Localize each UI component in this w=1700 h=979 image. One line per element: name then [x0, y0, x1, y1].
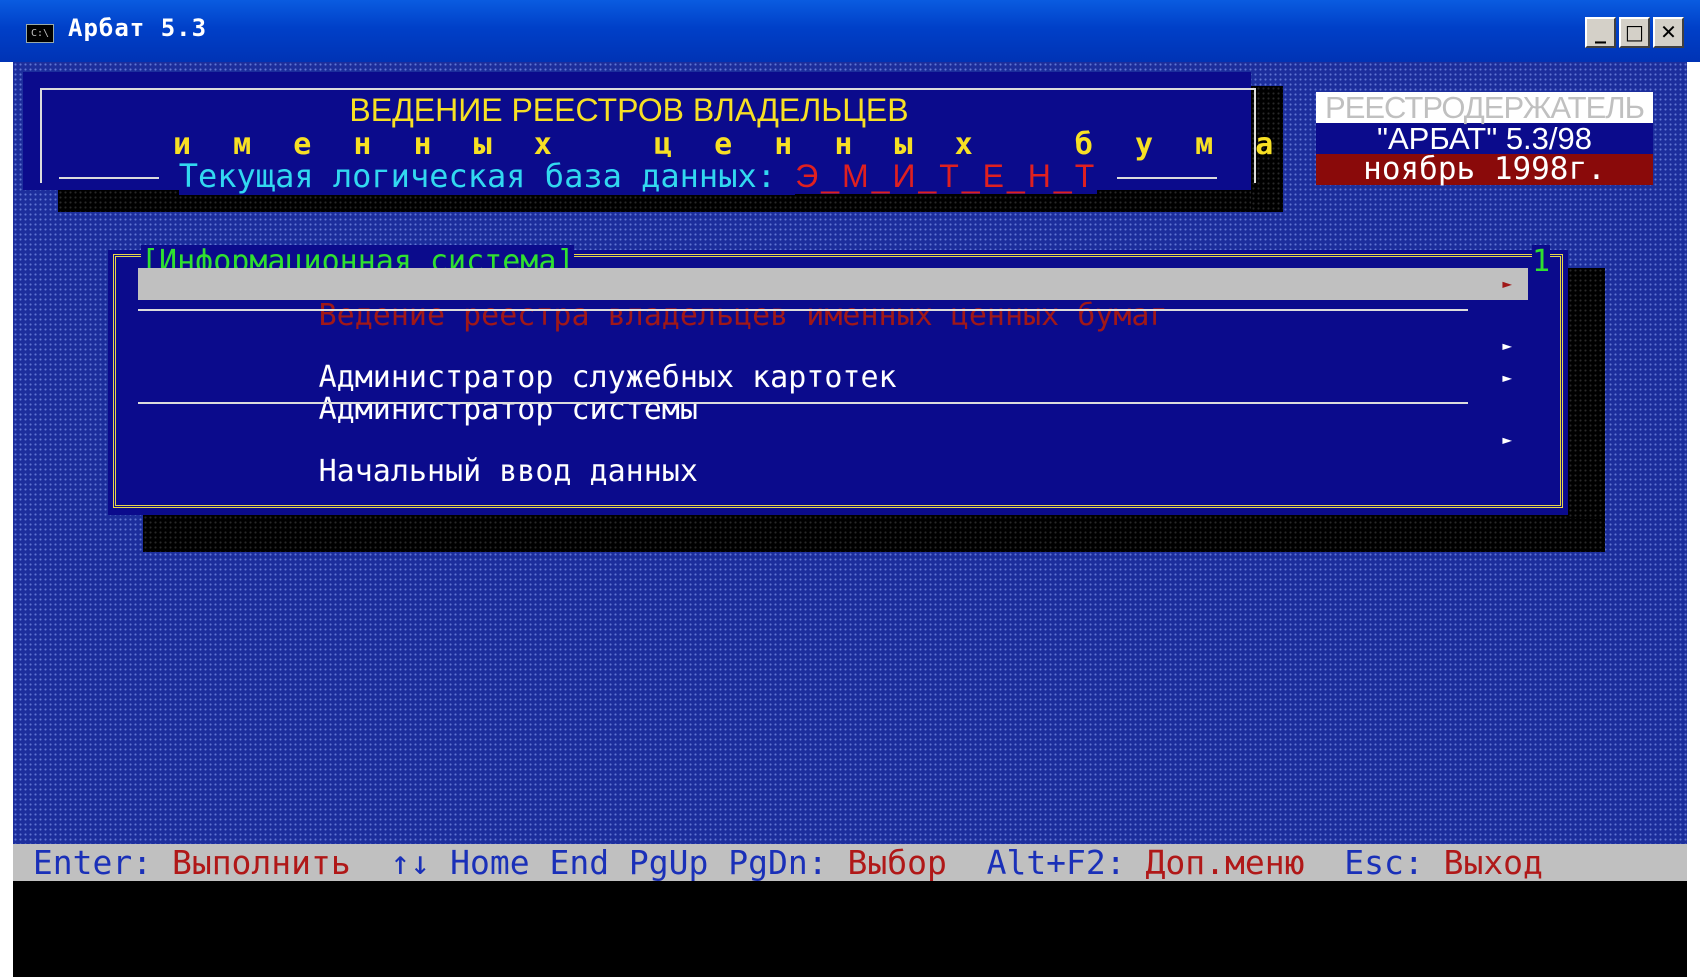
menu-item-system-admin[interactable]: Администратор системы ►: [138, 362, 1528, 426]
database-label: Текущая логическая база данных:: [178, 157, 796, 195]
submenu-arrow-icon: ►: [1502, 430, 1512, 449]
submenu-arrow-icon: ►: [1502, 336, 1512, 355]
maximize-button[interactable]: □: [1619, 17, 1650, 48]
menu-item-label: Начальный ввод данных: [318, 454, 698, 489]
submenu-arrow-icon: ►: [1502, 274, 1512, 293]
dos-desktop: ВЕДЕНИЕ РЕЕСТРОВ ВЛАДЕЛЬЦЕВ и м е н н ы …: [13, 62, 1687, 844]
badge-version: "АРБАТ" 5.3/98: [1316, 123, 1653, 154]
menu-item-label: Администратор системы: [318, 392, 698, 427]
menu-number: 1: [1531, 244, 1550, 279]
submenu-arrow-icon: ►: [1502, 368, 1512, 387]
menu-item-label: Ведение реестра владельцев именных ценны…: [318, 298, 1168, 333]
hotkey-extra-menu[interactable]: Alt+F2: Доп.меню: [987, 843, 1305, 882]
header-panel: ВЕДЕНИЕ РЕЕСТРОВ ВЛАДЕЛЬЦЕВ и м е н н ы …: [23, 72, 1333, 195]
frame-rule-left: [59, 177, 160, 179]
menu-item-initial-input[interactable]: Начальный ввод данных ►: [138, 424, 1528, 488]
console-area[interactable]: ВЕДЕНИЕ РЕЕСТРОВ ВЛАДЕЛЬЦЕВ и м е н н ы …: [13, 62, 1687, 977]
badge-registrar: РЕЕСТРОДЕРЖАТЕЛЬ: [1316, 92, 1653, 123]
menu-item-service-files[interactable]: Администратор служебных картотек ►: [138, 330, 1528, 394]
menu-shadow: [143, 515, 1605, 552]
database-name: Э_М_И_Т_Е_Н_Т: [795, 158, 1098, 194]
badge-date: ноябрь 1998г.: [1316, 154, 1653, 185]
menu-separator: [138, 309, 1468, 311]
header-title: ВЕДЕНИЕ РЕЕСТРОВ ВЛАДЕЛЬЦЕВ: [349, 92, 909, 128]
title-bar[interactable]: C:\ Арбат 5.3 _ □ ✕: [0, 0, 1700, 62]
minimize-button[interactable]: _: [1585, 17, 1616, 48]
console-bottom-area: [13, 881, 1687, 977]
console-icon[interactable]: C:\: [26, 24, 54, 43]
menu-shadow-side: [1568, 268, 1605, 518]
console-window: C:\ Арбат 5.3 _ □ ✕ ВЕДЕНИЕ РЕЕСТРОВ ВЛА…: [0, 0, 1700, 979]
window-title: Арбат 5.3: [68, 14, 208, 42]
hotkey-bar: Enter: Выполнить ↑↓ Home End PgUp PgDn: …: [13, 844, 1687, 881]
hotkey-enter[interactable]: Enter: Выполнить: [33, 843, 351, 882]
close-button[interactable]: ✕: [1653, 17, 1684, 48]
hotkey-exit[interactable]: Esc: Выход: [1344, 843, 1543, 882]
menu-item-registry[interactable]: Ведение реестра владельцев именных ценны…: [138, 268, 1528, 332]
menu-separator: [138, 402, 1468, 404]
information-system-menu: [Информационная система] 1 Ведение реест…: [108, 245, 1568, 515]
frame-rule-right: [1116, 177, 1217, 179]
product-badge: РЕЕСТРОДЕРЖАТЕЛЬ "АРБАТ" 5.3/98 ноябрь 1…: [1316, 92, 1653, 185]
current-database: Текущая логическая база данных: Э_М_И_Т_…: [23, 157, 1253, 195]
hotkey-navigate[interactable]: ↑↓ Home End PgUp PgDn: Выбор: [391, 843, 947, 882]
